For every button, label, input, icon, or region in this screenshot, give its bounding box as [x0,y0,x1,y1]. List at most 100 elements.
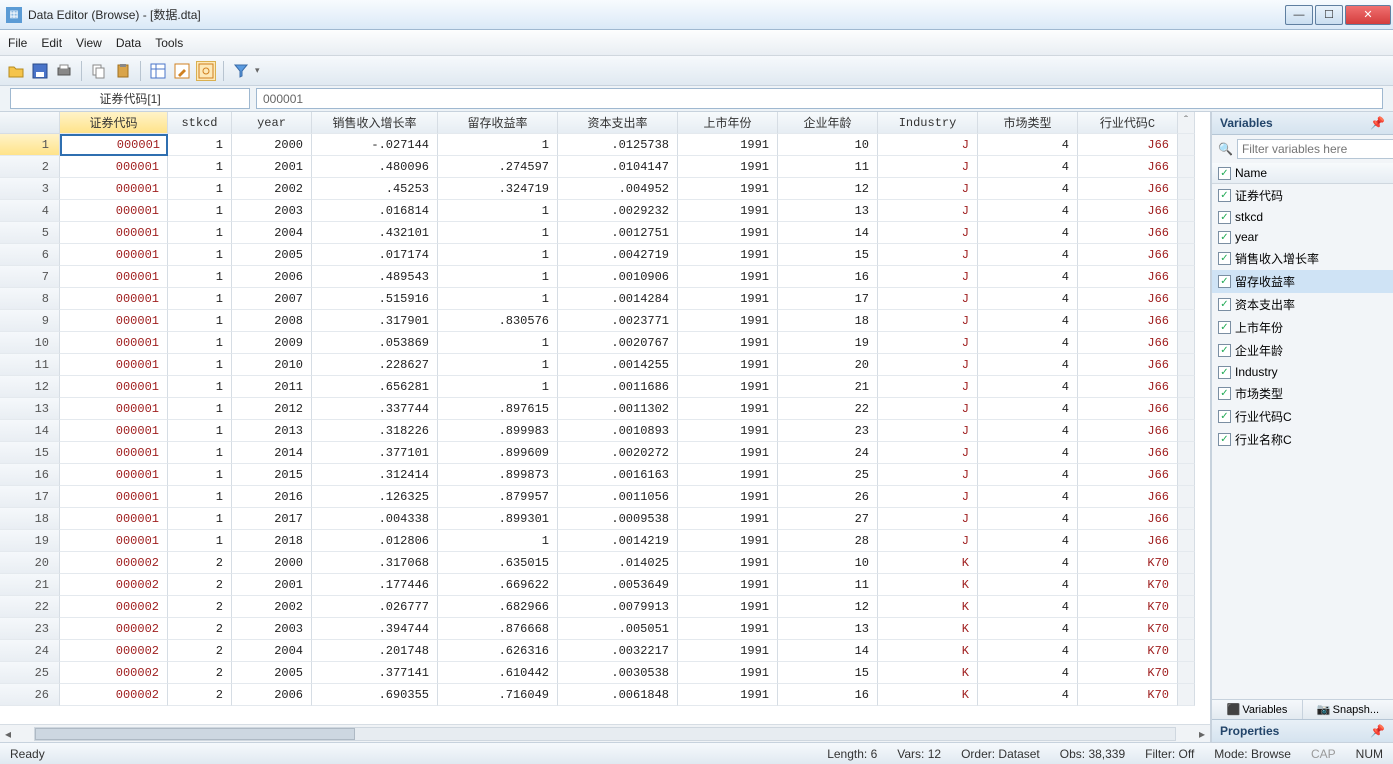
data-cell[interactable]: 11 [778,574,878,596]
data-cell[interactable]: 1 [168,222,232,244]
data-cell[interactable]: 1991 [678,178,778,200]
data-cell[interactable]: 15 [778,244,878,266]
data-editor-browse-icon[interactable] [196,61,216,81]
data-cell[interactable]: 1 [168,486,232,508]
scrollbar-thumb[interactable] [35,728,355,740]
menu-file[interactable]: File [8,36,27,50]
data-cell[interactable]: 4 [978,420,1078,442]
data-cell[interactable]: .0023771 [558,310,678,332]
data-cell[interactable]: 000001 [60,486,168,508]
data-cell[interactable]: .0014284 [558,288,678,310]
row-header[interactable]: 7 [0,266,60,288]
tab-variables[interactable]: ⬛Variables [1212,700,1303,719]
scrollbar-track[interactable] [34,727,1176,741]
data-cell[interactable]: 2 [168,596,232,618]
data-cell[interactable]: J66 [1078,486,1178,508]
data-cell[interactable]: 4 [978,134,1078,156]
data-cell[interactable]: 1 [438,244,558,266]
row-header[interactable]: 12 [0,376,60,398]
data-cell[interactable]: 1 [168,398,232,420]
data-cell[interactable]: 1 [168,244,232,266]
data-cell[interactable]: 000001 [60,464,168,486]
data-cell[interactable]: 2 [168,662,232,684]
data-cell[interactable]: J66 [1078,376,1178,398]
data-cell[interactable]: J66 [1078,354,1178,376]
data-cell[interactable]: 1991 [678,464,778,486]
variable-checkbox[interactable]: ✓ [1218,275,1231,288]
data-cell[interactable]: K [878,552,978,574]
data-cell[interactable]: 2009 [232,332,312,354]
data-cell[interactable]: 000002 [60,662,168,684]
data-cell[interactable]: 2003 [232,200,312,222]
data-cell[interactable]: 2001 [232,156,312,178]
data-cell[interactable]: 000001 [60,288,168,310]
data-cell[interactable]: .0020767 [558,332,678,354]
data-cell[interactable]: 19 [778,332,878,354]
data-cell[interactable]: 21 [778,376,878,398]
data-cell[interactable]: 000001 [60,200,168,222]
data-cell[interactable]: 000001 [60,134,168,156]
row-header[interactable]: 2 [0,156,60,178]
data-cell[interactable]: 1991 [678,200,778,222]
data-cell[interactable]: .004338 [312,508,438,530]
data-cell[interactable]: 1991 [678,156,778,178]
row-header[interactable]: 23 [0,618,60,640]
data-cell[interactable]: 1 [438,332,558,354]
data-cell[interactable]: 1 [438,376,558,398]
row-header[interactable]: 9 [0,310,60,332]
data-cell[interactable]: 2006 [232,266,312,288]
maximize-button[interactable]: ☐ [1315,5,1343,25]
data-cell[interactable]: K70 [1078,596,1178,618]
data-cell[interactable]: 1991 [678,530,778,552]
data-cell[interactable]: 27 [778,508,878,530]
menu-tools[interactable]: Tools [155,36,183,50]
data-cell[interactable]: 1 [168,508,232,530]
data-cell[interactable]: 2 [168,684,232,706]
data-cell[interactable]: 1 [168,420,232,442]
data-cell[interactable]: 2000 [232,552,312,574]
data-cell[interactable]: 11 [778,156,878,178]
data-cell[interactable]: 2018 [232,530,312,552]
data-cell[interactable]: .0014219 [558,530,678,552]
data-cell[interactable]: 13 [778,618,878,640]
data-cell[interactable]: 1991 [678,398,778,420]
scroll-up-arrow-icon[interactable]: ˆ [1178,112,1195,134]
cell-value-box[interactable]: 000001 [256,88,1383,109]
data-cell[interactable]: 1991 [678,486,778,508]
variable-checkbox[interactable]: ✓ [1218,189,1231,202]
data-cell[interactable]: J [878,222,978,244]
data-cell[interactable]: .0014255 [558,354,678,376]
data-cell[interactable]: J [878,508,978,530]
data-cell[interactable]: .017174 [312,244,438,266]
data-cell[interactable]: K70 [1078,684,1178,706]
variable-checkbox[interactable]: ✓ [1218,231,1231,244]
data-cell[interactable]: .201748 [312,640,438,662]
variable-item[interactable]: ✓行业名称C [1212,428,1393,451]
data-cell[interactable]: 1 [168,288,232,310]
data-cell[interactable]: J [878,244,978,266]
data-cell[interactable]: 000002 [60,596,168,618]
data-cell[interactable]: .0030538 [558,662,678,684]
variable-checkbox[interactable]: ✓ [1218,366,1231,379]
row-header[interactable]: 18 [0,508,60,530]
data-cell[interactable]: J [878,288,978,310]
data-cell[interactable]: 1991 [678,574,778,596]
variable-item[interactable]: ✓上市年份 [1212,316,1393,339]
data-cell[interactable]: J66 [1078,530,1178,552]
data-cell[interactable]: 2014 [232,442,312,464]
data-cell[interactable]: .394744 [312,618,438,640]
data-cell[interactable]: J [878,376,978,398]
data-cell[interactable]: .899609 [438,442,558,464]
data-cell[interactable]: J66 [1078,222,1178,244]
column-header[interactable]: 销售收入增长率 [312,112,438,134]
data-cell[interactable]: J66 [1078,332,1178,354]
data-cell[interactable]: K70 [1078,574,1178,596]
row-header[interactable]: 4 [0,200,60,222]
data-cell[interactable]: J [878,442,978,464]
data-cell[interactable]: 2004 [232,222,312,244]
menu-view[interactable]: View [76,36,102,50]
data-cell[interactable]: 1991 [678,288,778,310]
column-header[interactable]: 企业年龄 [778,112,878,134]
data-cell[interactable]: .0009538 [558,508,678,530]
data-cell[interactable]: 1991 [678,354,778,376]
